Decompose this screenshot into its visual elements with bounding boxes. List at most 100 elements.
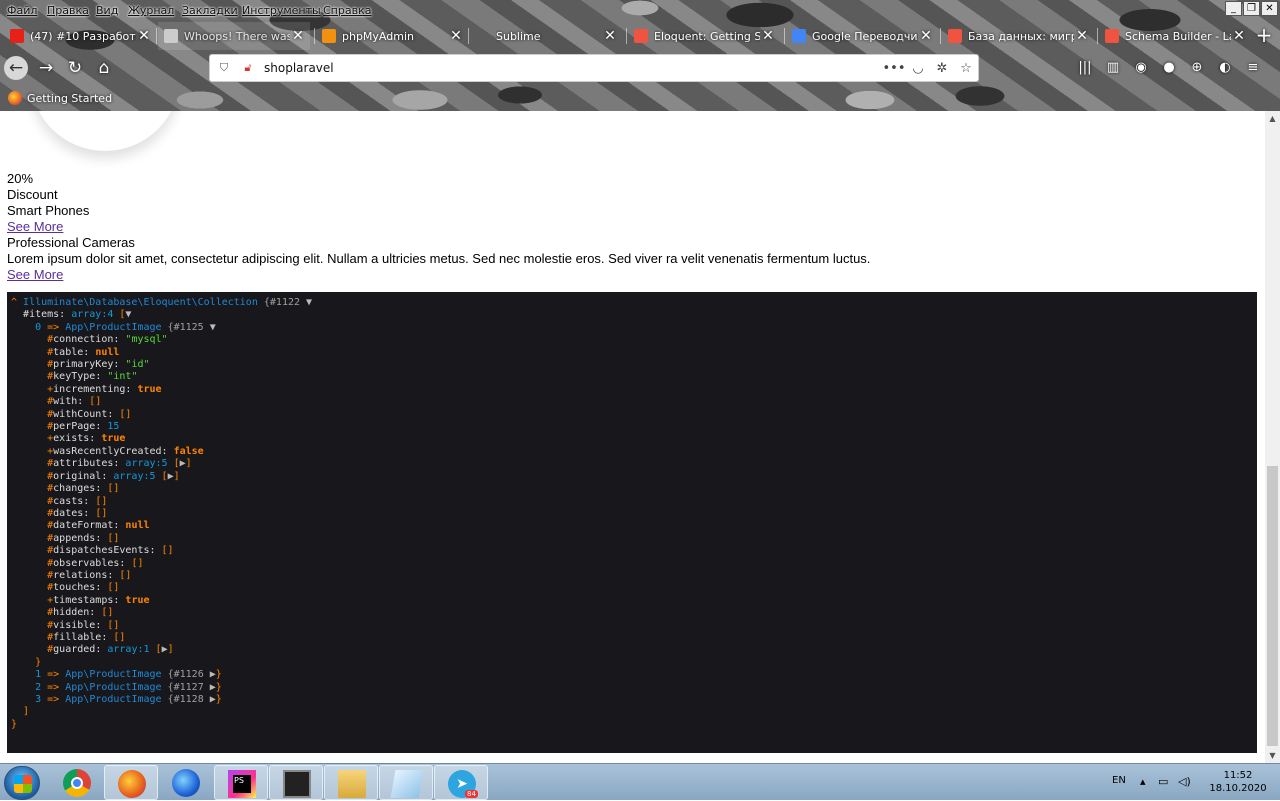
close-icon[interactable]: ✕ [136, 28, 152, 44]
translate-icon[interactable]: ⊕ [1186, 56, 1208, 80]
dump-prop-name: casts [53, 495, 84, 507]
reload-button[interactable]: ↻ [63, 56, 87, 80]
taskbar-firefox[interactable] [104, 765, 158, 800]
close-icon[interactable]: ✕ [290, 28, 306, 44]
taskbar-explorer[interactable] [324, 765, 378, 800]
dump-prop-name: hidden [53, 607, 90, 619]
dump-item-ref: #1126 [173, 669, 204, 681]
extension-icon[interactable]: ✲ [930, 61, 954, 76]
taskbar-notepad[interactable] [379, 765, 433, 800]
scroll-down-arrow-icon[interactable]: ▼ [1265, 748, 1280, 763]
dump-close: ] [11, 706, 1253, 718]
tab-separator [940, 28, 941, 44]
menu-tools[interactable]: Инструменты [242, 4, 321, 17]
scroll-up-arrow-icon[interactable]: ▲ [1265, 111, 1280, 126]
tab-5[interactable]: Eloquent: Getting Star✕ [628, 22, 780, 50]
insecure-lock-icon[interactable]: 🔓︎ [238, 61, 258, 75]
taskbar-phpstorm[interactable]: PS [214, 765, 268, 800]
close-icon[interactable]: ✕ [760, 28, 776, 44]
menu-edit[interactable]: Правка [47, 4, 89, 17]
see-more-link[interactable]: See More [7, 267, 63, 283]
dump-prop-name: appends [53, 532, 96, 544]
see-more-link[interactable]: See More [7, 219, 63, 235]
dump-item-ref: #1125 [173, 321, 204, 333]
dump-token: : [119, 557, 132, 569]
dump-prop-value: [] [119, 569, 132, 581]
pocket-icon[interactable]: ◡ [906, 61, 930, 76]
url-text[interactable]: shoplaravel [264, 61, 882, 75]
phpmyadmin-icon [322, 29, 336, 43]
taskbar-firefox-dev[interactable] [159, 765, 213, 800]
more-actions-icon[interactable]: ••• [882, 61, 906, 76]
dump-token: { [161, 321, 174, 333]
tab-6[interactable]: Google Переводчик ✕ [786, 22, 938, 50]
language-indicator[interactable]: EN [1112, 775, 1126, 786]
new-tab-button[interactable]: + [1252, 22, 1276, 50]
star-icon[interactable]: ☆ [954, 61, 978, 76]
close-icon[interactable]: ✕ [602, 28, 618, 44]
toggle-icon[interactable]: ▼ [125, 309, 131, 320]
clock[interactable]: 11:52 18.10.2020 [1208, 769, 1268, 795]
home-button[interactable]: ⌂ [92, 56, 116, 80]
tab-label: Sublime [496, 29, 541, 43]
taskbar-console[interactable] [269, 765, 323, 800]
window-controls: _ ❐ ✕ [1225, 1, 1278, 16]
close-window-button[interactable]: ✕ [1261, 1, 1278, 16]
taskbar-chrome[interactable] [50, 765, 104, 800]
dump-prop-value: true [137, 383, 162, 395]
dump-prop: #dispatchesEvents: [] [11, 545, 1253, 557]
start-button[interactable] [4, 766, 40, 800]
sidebar-icon[interactable]: ▥ [1102, 56, 1124, 80]
back-button[interactable]: ← [4, 56, 28, 80]
tab-3[interactable]: phpMyAdmin ✕ [316, 22, 468, 50]
dump-prop: #primaryKey: "id" [11, 359, 1253, 371]
minimize-button[interactable]: _ [1225, 1, 1242, 16]
chat-icon[interactable]: ● [1158, 56, 1180, 80]
tab-1[interactable]: (47) #10 Разработка✕ [4, 22, 156, 50]
close-icon[interactable]: ✕ [448, 28, 464, 44]
menu-help[interactable]: Справка [323, 4, 371, 17]
tab-8[interactable]: Schema Builder - Lara✕ [1099, 22, 1251, 50]
shield-icon[interactable]: ⛉ [214, 61, 234, 75]
page-scrollbar[interactable]: ▲ ▼ [1265, 111, 1280, 763]
menu-bookmarks[interactable]: Закладки [182, 4, 238, 17]
tab-label: phpMyAdmin [342, 29, 414, 43]
dump-token: : [113, 359, 126, 371]
taskbar-telegram[interactable]: ➤ 84 [434, 765, 488, 800]
hamburger-menu-icon[interactable]: ≡ [1242, 56, 1264, 80]
dump-prop-value: [] [89, 396, 102, 408]
dump-token: : [101, 631, 114, 643]
volume-icon[interactable]: ◁) [1178, 775, 1191, 788]
expand-icon[interactable]: ▶ [204, 694, 216, 705]
tab-7[interactable]: База данных: миграц✕ [942, 22, 1094, 50]
toolbar-right: ||| ▥ ◉ ● ⊕ ◐ ≡ [1074, 56, 1264, 80]
close-icon[interactable]: ✕ [1231, 28, 1247, 44]
tab-separator [1097, 28, 1098, 44]
library-icon[interactable]: ||| [1074, 56, 1096, 80]
forward-button[interactable]: → [34, 56, 58, 80]
scrollbar-thumb[interactable] [1267, 466, 1278, 746]
menu-file[interactable]: Файл [7, 4, 37, 17]
account-icon[interactable]: ◉ [1130, 56, 1152, 80]
network-icon[interactable]: ▭ [1158, 775, 1168, 788]
menu-history[interactable]: Журнал [128, 4, 174, 17]
close-icon[interactable]: ✕ [918, 28, 934, 44]
tab-4[interactable]: Sublime ✕ [470, 22, 622, 50]
product-title-phones: Smart Phones [7, 203, 90, 218]
menu-view[interactable]: Вид [96, 4, 118, 17]
expand-icon[interactable]: ▶ [204, 669, 216, 680]
dump-items-label: #items [23, 309, 60, 321]
dump-token: : [101, 470, 114, 482]
toggle-icon[interactable]: ▼ [204, 322, 216, 333]
dump-token: : [89, 607, 102, 619]
bookmark-getting-started[interactable]: Getting Started [27, 92, 112, 105]
address-bar[interactable]: ⛉ 🔓︎ shoplaravel ••• ◡ ✲ ☆ [209, 54, 979, 82]
restore-button[interactable]: ❐ [1243, 1, 1260, 16]
toggle-icon[interactable]: ▼ [300, 297, 312, 308]
tray-expand-icon[interactable]: ▴ [1140, 775, 1146, 788]
close-icon[interactable]: ✕ [1074, 28, 1090, 44]
sync-icon[interactable]: ◐ [1214, 56, 1236, 80]
tab-2[interactable]: Whoops! There was an er✕ [158, 22, 310, 50]
dump-items-type: array:4 [71, 309, 114, 321]
expand-icon[interactable]: ▶ [204, 682, 216, 693]
